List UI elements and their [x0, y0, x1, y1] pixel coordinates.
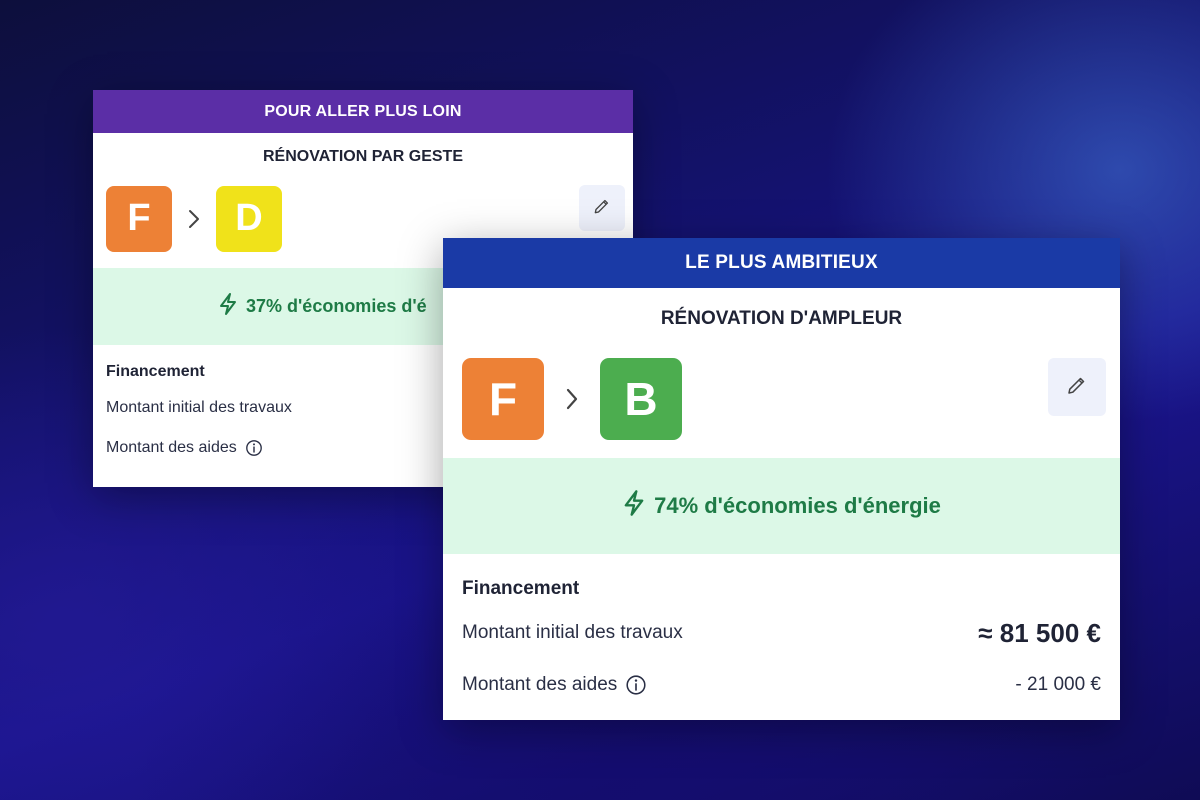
lightning-icon	[622, 489, 646, 523]
edit-button[interactable]	[579, 185, 625, 231]
energy-class-transition: F B	[443, 358, 1120, 440]
scenario-card-le-plus-ambitieux[interactable]: LE PLUS AMBITIEUX RÉNOVATION D'AMPLEUR F…	[443, 238, 1120, 720]
pencil-icon	[592, 196, 612, 221]
card-subtitle: RÉNOVATION D'AMPLEUR	[660, 308, 903, 329]
energy-savings-banner: 74% d'économies d'énergie	[443, 458, 1120, 554]
card-banner: LE PLUS AMBITIEUX	[443, 238, 1120, 288]
montant-aides-label: Montant des aides	[462, 674, 618, 695]
energy-savings-text: 74% d'économies d'énergie	[654, 493, 941, 518]
energy-class-from: F	[462, 358, 544, 440]
info-icon[interactable]	[245, 439, 263, 457]
montant-initial-label: Montant initial des travaux	[462, 622, 683, 643]
lightning-icon	[218, 292, 238, 321]
montant-initial-value: ≈ 81 500 €	[978, 617, 1101, 648]
financement-section: Financement Montant initial des travaux …	[443, 554, 1120, 708]
montant-aides-row: Montant des aides - 21 000 €	[462, 662, 1101, 708]
montant-aides-label-wrap: Montant des aides	[462, 674, 647, 696]
card-banner: POUR ALLER PLUS LOIN	[93, 90, 633, 133]
montant-initial-label: Montant initial des travaux	[106, 399, 292, 416]
chevron-right-icon	[172, 208, 216, 230]
edit-button[interactable]	[1048, 358, 1106, 416]
card-subtitle: RÉNOVATION PAR GESTE	[262, 148, 463, 165]
energy-class-from: F	[106, 185, 172, 252]
energy-class-to: B	[600, 358, 682, 440]
pencil-icon	[1065, 373, 1089, 402]
montant-aides-value: - 21 000 €	[1015, 674, 1101, 695]
chevron-right-icon	[544, 386, 600, 412]
energy-savings-text: 37% d'économies d'é	[246, 296, 427, 316]
energy-class-to: D	[216, 185, 282, 252]
montant-initial-row: Montant initial des travaux ≈ 81 500 €	[462, 610, 1101, 656]
info-icon[interactable]	[625, 674, 647, 696]
montant-aides-label-wrap: Montant des aides	[106, 439, 263, 457]
montant-aides-label: Montant des aides	[106, 439, 237, 456]
financement-title: Financement	[462, 578, 580, 599]
